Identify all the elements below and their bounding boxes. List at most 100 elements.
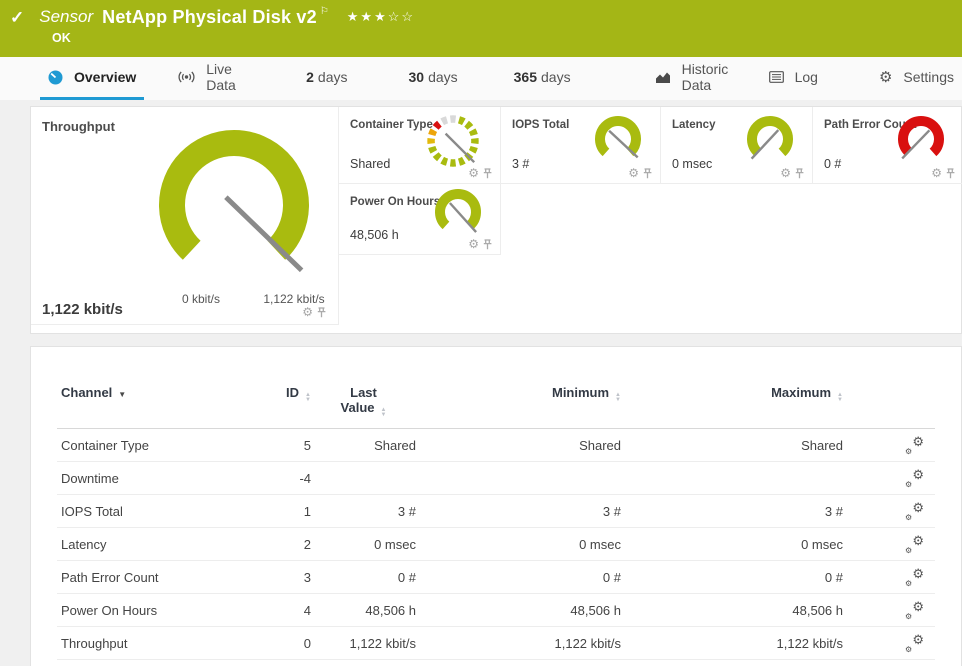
channel-settings-icon[interactable]: ⚙ ⚙: [905, 599, 924, 621]
channel-id: 5: [303, 437, 311, 453]
channel-id: -4: [299, 470, 311, 486]
gauge-value: 0 msec: [672, 157, 713, 171]
pin-icon[interactable]: [483, 238, 492, 250]
channel-gear-icon[interactable]: ⚙: [931, 167, 942, 179]
table-row: Throughput 0 1,122 kbit/s 1,122 kbit/s 1…: [57, 627, 935, 660]
channel-gear-icon[interactable]: ⚙: [468, 167, 479, 179]
tab-historic-data[interactable]: Historic Data: [647, 57, 739, 100]
tab-label: days: [317, 69, 348, 85]
pin-icon[interactable]: [643, 167, 652, 179]
channel-maximum: Shared: [801, 437, 843, 453]
gauge-title: Latency: [672, 119, 716, 131]
channel-settings-icon[interactable]: ⚙ ⚙: [905, 533, 924, 555]
sort-icon[interactable]: ▲ ▼: [837, 392, 843, 403]
pin-icon[interactable]: [946, 167, 955, 179]
gauge-cell-container-type[interactable]: Container Type Shared ⚙: [339, 107, 501, 184]
sort-desc-icon[interactable]: ▼: [118, 390, 126, 399]
channel-name: Throughput: [61, 635, 128, 651]
channel-gear-icon[interactable]: ⚙: [468, 238, 479, 250]
priority-flag-icon[interactable]: ⚐: [320, 6, 329, 17]
gauge-title: IOPS Total: [512, 119, 570, 131]
channel-settings-icon[interactable]: ⚙ ⚙: [905, 566, 924, 588]
tab-label: days: [428, 69, 458, 85]
channel-id: 4: [303, 602, 311, 618]
tab-log[interactable]: Log: [761, 57, 826, 100]
table-row: IOPS Total 1 3 # 3 # 3 # ⚙ ⚙: [57, 495, 935, 528]
tab-365-days[interactable]: 365 days: [506, 57, 579, 100]
tab-settings[interactable]: ⚙ Settings: [871, 57, 962, 100]
tab-label: days: [541, 69, 571, 85]
channel-minimum: 48,506 h: [570, 602, 621, 618]
tab-live-data[interactable]: Live Data: [170, 57, 248, 100]
broadcast-icon: [178, 70, 195, 84]
channel-maximum: 48,506 h: [792, 602, 843, 618]
object-kind-label: Sensor: [39, 7, 94, 26]
channel-settings-icon[interactable]: ⚙ ⚙: [905, 467, 924, 489]
table-row: Downtime -4 ⚙ ⚙: [57, 462, 935, 495]
channel-settings-icon[interactable]: ⚙ ⚙: [905, 434, 924, 456]
table-row: Container Type 5 Shared Shared Shared ⚙ ⚙: [57, 429, 935, 462]
column-header-id[interactable]: ID ▲ ▼: [226, 385, 311, 403]
gauge-value: 0 #: [824, 157, 842, 171]
gauges-panel: Throughput 0 kbit/s 1,122 kbit/s 1,122 k…: [30, 106, 962, 334]
channel-settings-icon[interactable]: ⚙ ⚙: [905, 632, 924, 654]
gauge-cell-power-on-hours[interactable]: Power On Hours 48,506 h ⚙: [339, 184, 501, 255]
log-icon: [768, 71, 784, 83]
gauge-cell-latency[interactable]: Latency 0 msec ⚙: [661, 107, 813, 184]
channel-name: Power On Hours: [61, 602, 158, 618]
tab-strong: 30: [408, 69, 425, 85]
gauge-cell-path-error-count[interactable]: Path Error Count 0 # ⚙: [813, 107, 962, 184]
tab-30-days[interactable]: 30 days: [400, 57, 465, 100]
channel-minimum: 3 #: [602, 503, 621, 519]
channel-name: Downtime: [61, 470, 119, 486]
gauge-title: Throughput: [42, 119, 115, 134]
area-chart-icon: [655, 71, 671, 84]
gauge-title: Power On Hours: [350, 196, 441, 208]
gauge-cell-throughput[interactable]: Throughput 0 kbit/s 1,122 kbit/s 1,122 k…: [31, 107, 339, 325]
channel-name: IOPS Total: [61, 503, 123, 519]
pin-icon[interactable]: [317, 306, 326, 318]
gauge-value: 48,506 h: [350, 228, 399, 242]
channel-last-value: 0 msec: [374, 536, 416, 552]
channel-settings-icon[interactable]: ⚙ ⚙: [905, 500, 924, 522]
table-row: Power On Hours 4 48,506 h 48,506 h 48,50…: [57, 594, 935, 627]
channel-maximum: 0 #: [824, 569, 843, 585]
gauge-cell-iops-total[interactable]: IOPS Total 3 # ⚙: [501, 107, 661, 184]
gauge-max-label: 1,122 kbit/s: [263, 292, 325, 306]
gear-icon: ⚙: [878, 69, 893, 86]
column-header-last-value[interactable]: Last Value ▲ ▼: [311, 385, 416, 418]
channel-gear-icon[interactable]: ⚙: [780, 167, 791, 179]
channel-minimum: 0 #: [602, 569, 621, 585]
channel-last-value: 3 #: [397, 503, 416, 519]
channel-last-value: 48,506 h: [365, 602, 416, 618]
tab-bar: Overview Live Data 2 days 30 days 365 da…: [0, 57, 962, 100]
channel-id: 1: [303, 503, 311, 519]
channel-name: Latency: [61, 536, 107, 552]
channel-name: Container Type: [61, 437, 149, 453]
table-row: Latency 2 0 msec 0 msec 0 msec ⚙ ⚙: [57, 528, 935, 561]
throughput-gauge: [149, 129, 319, 292]
pin-icon[interactable]: [483, 167, 492, 179]
tab-label: Settings: [903, 69, 954, 85]
priority-stars[interactable]: ★★★☆☆: [347, 9, 415, 25]
channel-maximum: 1,122 kbit/s: [776, 635, 844, 651]
gauge-icon: [48, 70, 63, 85]
sensor-status-badge: OK: [52, 31, 71, 45]
channel-minimum: Shared: [579, 437, 621, 453]
sensor-title: NetApp Physical Disk v2: [102, 7, 317, 27]
table-header-row: Channel ▼ ID ▲ ▼ Last Value ▲ ▼ Minimum ▲ ▼ Max…: [57, 377, 935, 429]
tab-strong: 2: [306, 69, 314, 85]
channel-gear-icon[interactable]: ⚙: [628, 167, 639, 179]
channel-gear-icon[interactable]: ⚙: [302, 306, 313, 318]
sort-icon[interactable]: ▲ ▼: [381, 407, 387, 418]
channel-maximum: 0 msec: [801, 536, 843, 552]
gauge-value: 1,122 kbit/s: [42, 301, 123, 318]
tab-overview[interactable]: Overview: [40, 57, 145, 100]
channel-id: 3: [303, 569, 311, 585]
column-header-minimum[interactable]: Minimum ▲ ▼: [416, 385, 621, 403]
channel-last-value: Shared: [374, 437, 416, 453]
pin-icon[interactable]: [795, 167, 804, 179]
column-header-maximum[interactable]: Maximum ▲ ▼: [621, 385, 843, 403]
column-header-channel[interactable]: Channel ▼: [61, 385, 226, 400]
tab-2-days[interactable]: 2 days: [298, 57, 355, 100]
